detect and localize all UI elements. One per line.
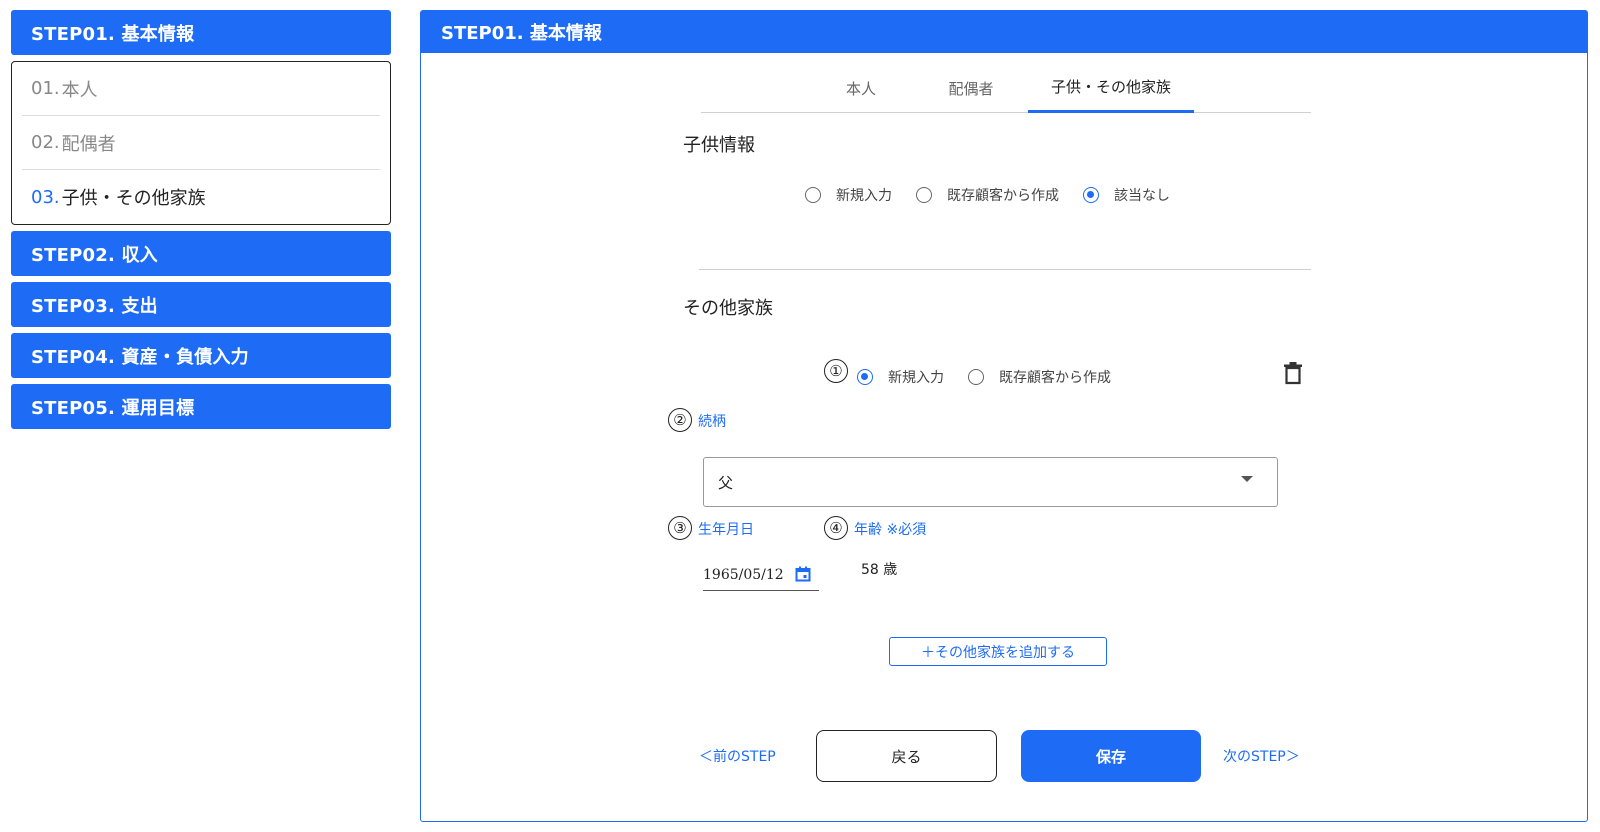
relation-selected-value: 父: [718, 473, 734, 492]
tab-children-family[interactable]: 子供・その他家族: [1028, 63, 1194, 113]
substep-label: 子供・その他家族: [61, 188, 206, 209]
relation-select[interactable]: 父: [703, 457, 1278, 507]
sidebar-substep-list: 01. 本人 02. 配偶者 03. 子供・その他家族: [11, 61, 391, 225]
trash-icon[interactable]: [1283, 361, 1303, 389]
next-step-link[interactable]: 次のSTEP＞: [1223, 746, 1300, 766]
substep-number: 02.: [31, 132, 60, 153]
add-other-family-button[interactable]: ＋その他家族を追加する: [889, 637, 1107, 666]
calendar-icon[interactable]: [795, 566, 811, 586]
radio-label: 新規入力: [888, 370, 944, 386]
tab-self[interactable]: 本人: [826, 63, 896, 113]
save-button[interactable]: 保存: [1021, 730, 1201, 782]
sidebar-step03[interactable]: STEP03. 支出: [11, 282, 391, 327]
sidebar: STEP01. 基本情報 01. 本人 02. 配偶者 03. 子供・その他家族…: [11, 10, 391, 435]
radio-label: 該当なし: [1114, 188, 1170, 204]
prev-step-link[interactable]: ＜前のSTEP: [699, 746, 776, 766]
children-radio-existing[interactable]: 既存顧客から作成: [916, 185, 1059, 205]
other-family-radio-group: 新規入力 既存顧客から作成: [857, 367, 1135, 387]
other-family-radio-existing[interactable]: 既存顧客から作成: [968, 367, 1111, 387]
radio-label: 既存顧客から作成: [999, 370, 1111, 386]
children-radio-group: 新規入力 既存顧客から作成 該当なし: [805, 185, 1194, 205]
tab-bar: 本人 配偶者 子供・その他家族: [701, 63, 1311, 113]
birth-date-input[interactable]: 1965/05/12: [703, 559, 819, 591]
birth-label: 生年月日: [698, 522, 754, 538]
sidebar-substep-spouse[interactable]: 02. 配偶者: [22, 116, 380, 170]
other-family-section-title: その他家族: [683, 298, 773, 319]
other-family-radio-new[interactable]: 新規入力: [857, 367, 944, 387]
substep-label: 本人: [61, 79, 98, 101]
marker-2: ②: [668, 408, 692, 432]
children-radio-new[interactable]: 新規入力: [805, 185, 892, 205]
caret-down-icon: [1241, 476, 1253, 482]
marker-3: ③: [668, 516, 692, 540]
relation-label: 続柄: [698, 414, 726, 430]
radio-circle[interactable]: [1083, 187, 1099, 203]
birth-date-value: 1965/05/12: [703, 566, 784, 583]
section-divider: [699, 269, 1311, 270]
radio-circle[interactable]: [968, 369, 984, 385]
radio-label: 新規入力: [836, 188, 892, 204]
marker-1: ①: [824, 359, 848, 383]
sidebar-step01[interactable]: STEP01. 基本情報: [11, 10, 391, 55]
sidebar-substep-self[interactable]: 01. 本人: [22, 62, 380, 116]
age-label: 年齢 ※必須: [854, 522, 927, 538]
age-value: 58 歳: [861, 562, 898, 578]
substep-number: 01.: [31, 78, 60, 99]
radio-label: 既存顧客から作成: [947, 188, 1059, 204]
tab-spouse[interactable]: 配偶者: [926, 63, 1016, 113]
radio-circle[interactable]: [805, 187, 821, 203]
sidebar-substep-children[interactable]: 03. 子供・その他家族: [22, 170, 380, 224]
sidebar-step04[interactable]: STEP04. 資産・負債入力: [11, 333, 391, 378]
children-radio-none[interactable]: 該当なし: [1083, 185, 1170, 205]
sidebar-step05[interactable]: STEP05. 運用目標: [11, 384, 391, 429]
radio-circle[interactable]: [857, 369, 873, 385]
radio-circle[interactable]: [916, 187, 932, 203]
children-section-title: 子供情報: [683, 135, 755, 156]
substep-label: 配偶者: [61, 133, 116, 155]
sidebar-step02[interactable]: STEP02. 収入: [11, 231, 391, 276]
substep-number: 03.: [31, 186, 60, 208]
main-panel: STEP01. 基本情報 本人 配偶者 子供・その他家族 子供情報 新規入力 既…: [420, 10, 1588, 822]
back-button[interactable]: 戻る: [816, 730, 997, 782]
marker-4: ④: [824, 516, 848, 540]
panel-title: STEP01. 基本情報: [421, 11, 1587, 53]
